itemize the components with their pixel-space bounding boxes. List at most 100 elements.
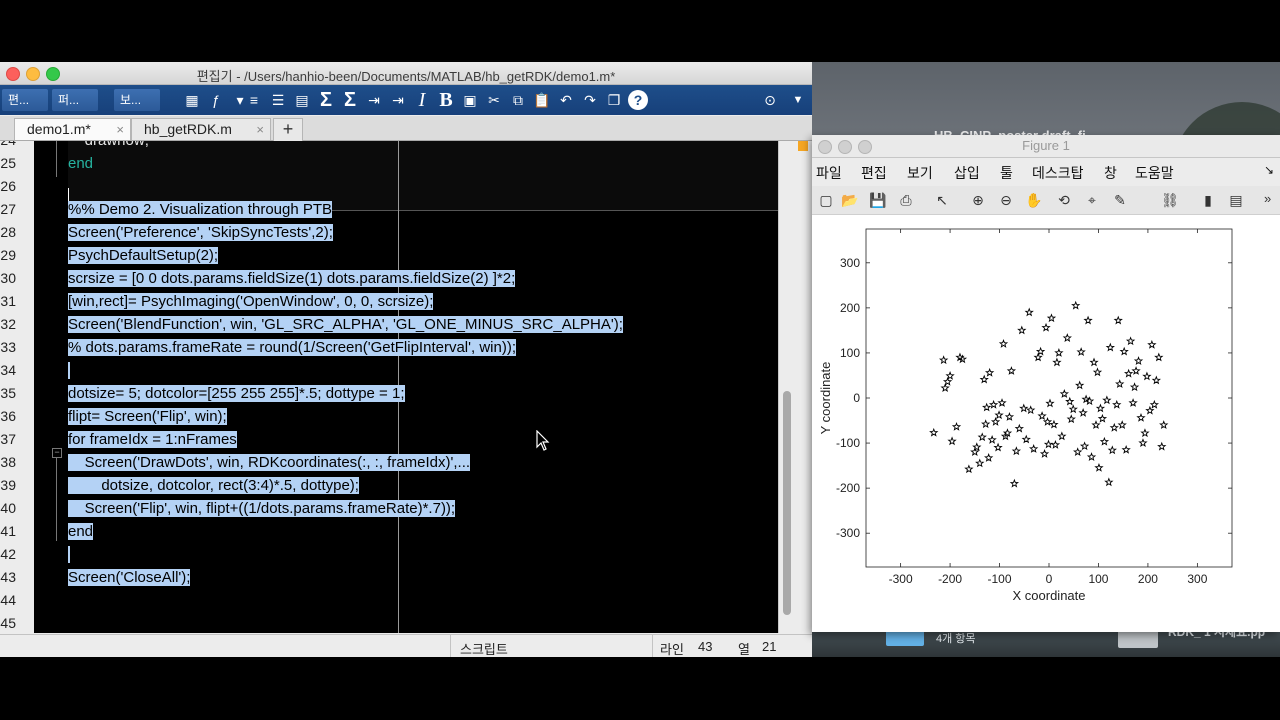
code-line[interactable]: Screen('Flip', win, flipt+((1/dots.param… [68,497,456,520]
menu-view[interactable]: 보기 [907,163,933,183]
code-line[interactable]: dotsize= 5; dotcolor=[255 255 255]*.5; d… [68,382,405,405]
tab-demo1[interactable]: demo1.m* × [14,118,131,140]
bold-icon[interactable]: B [436,89,456,111]
copy-icon[interactable]: ⧉ [508,90,528,110]
editor-titlebar[interactable]: 편집기 - /Users/hanhio-been/Documents/MATLA… [0,62,812,85]
rotate-icon[interactable]: ⟲ [1054,190,1074,210]
insert-section-icon[interactable]: ▤ [292,90,312,110]
menu-tools[interactable]: 툴 [1000,163,1013,183]
zoom-out-icon[interactable]: ⊖ [996,190,1016,210]
code-line[interactable]: %% Demo 2. Visualization through PTB [68,198,333,221]
code-text: Screen('DrawDots', win, RDKcoordinates(:… [68,454,471,471]
sum-icon[interactable]: Σ [340,89,360,111]
figure-canvas[interactable]: -300 -200 -100 0 100 200 300 300 200 100 0 -100 -200… [812,215,1280,632]
code-line[interactable]: Screen('CloseAll'); [68,566,191,589]
save-icon[interactable]: ▣ [460,90,480,110]
code-text: flipt= Screen('Flip', win); [68,408,227,425]
toolstrip-tab-editor[interactable]: 편... [2,89,48,111]
toolstrip-tab-view[interactable]: 보... [114,89,160,111]
figure-title: Figure 1 [1022,138,1070,153]
legend-icon[interactable]: ▤ [1226,190,1246,210]
cut-icon[interactable]: ✂ [484,90,504,110]
code-line[interactable] [68,543,70,566]
menu-desktop[interactable]: 데스크탑 [1032,163,1084,183]
code-line[interactable]: for frameIdx = 1:nFrames [68,428,237,451]
paste-icon[interactable]: 📋 [532,90,552,110]
tab-hb-getrdk[interactable]: hb_getRDK.m × [131,118,271,140]
code-line[interactable]: end [68,152,93,175]
code-line[interactable]: Screen('Preference', 'SkipSyncTests',2); [68,221,333,244]
indent-icon[interactable]: ⇥ [364,90,384,110]
code-line[interactable]: % dots.params.frameRate = round(1/Screen… [68,336,516,359]
insert-icon[interactable]: ▦ [182,90,202,110]
code-text: dotsize, dotcolor, rect(3:4)*.5, dottype… [68,477,359,494]
toolstrip-menu-icon[interactable]: ▼ [788,90,808,110]
pointer-icon[interactable]: ↖ [932,190,952,210]
line-number: 45 [0,615,16,631]
mouse-pointer-icon [536,430,550,451]
line-number: 34 [0,362,16,378]
status-bar: 스크립트 라인 43 열 21 [0,634,812,657]
code-line[interactable]: Screen('DrawDots', win, RDKcoordinates(:… [68,451,471,474]
sum-icon[interactable]: Σ [316,89,336,111]
folder-item-count: 4개 항목 [936,633,976,645]
help-icon[interactable]: ? [628,90,648,110]
code-text [68,362,70,379]
scatter-plot[interactable]: -300 -200 -100 0 100 200 300 300 200 100 0 -100 -200… [812,215,1280,632]
toolbar-overflow-icon[interactable]: » [1264,191,1271,206]
scrollbar-thumb[interactable] [783,391,791,615]
collapse-toolstrip-icon[interactable]: ⊙ [760,90,780,110]
toolstrip-tab-publish[interactable]: 퍼... [52,89,98,111]
menu-overflow-icon[interactable]: ↘ [1264,163,1274,177]
window-icon[interactable]: ❐ [604,90,624,110]
menu-edit[interactable]: 편집 [861,163,887,183]
code-line[interactable]: [win,rect]= PsychImaging('OpenWindow', 0… [68,290,434,313]
x-tick-label: 200 [1138,572,1158,586]
code-editor[interactable]: 24 25 26 27 28 29 30 31 32 33 34 35 36 37 38 39 40 41 42 43… [0,141,796,633]
figure-window: Figure 1 파일 편집 보기 삽입 툴 데스크탑 창 도움말 ↘ ▢ 📂 💾 ⎙… [812,135,1280,632]
open-icon[interactable]: 📂 [840,190,860,210]
brush-icon[interactable]: ✎ [1110,190,1130,210]
new-icon[interactable]: ▢ [816,190,836,210]
link-icon[interactable]: ⛓ [1160,190,1180,210]
figure-titlebar[interactable]: Figure 1 [812,135,1280,158]
close-icon[interactable]: × [256,119,264,140]
code-analyzer-indicator[interactable] [798,141,808,151]
vertical-scrollbar[interactable] [778,141,797,633]
y-tick-label: -100 [836,436,860,450]
zoom-in-icon[interactable]: ⊕ [968,190,988,210]
y-tick-label: -200 [836,481,860,495]
menu-window[interactable]: 창 [1104,163,1117,183]
menu-insert[interactable]: 삽입 [954,163,980,183]
italic-icon[interactable]: I [412,89,432,111]
x-tick-label: -300 [889,572,913,586]
code-line[interactable]: PsychDefaultSetup(2); [68,244,219,267]
code-line[interactable]: flipt= Screen('Flip', win); [68,405,227,428]
code-folding-margin: − [34,141,68,633]
fold-toggle-icon[interactable]: − [52,448,62,458]
redo-icon[interactable]: ↷ [580,90,600,110]
menu-help[interactable]: 도움말 [1135,163,1174,183]
save-icon[interactable]: 💾 [868,190,888,210]
comment-icon[interactable]: ≡ [244,90,264,110]
code-line[interactable]: Screen('BlendFunction', win, 'GL_SRC_ALP… [68,313,623,336]
list-icon[interactable]: ☰ [268,90,288,110]
data-cursor-icon[interactable]: ⌖ [1082,190,1102,210]
close-icon[interactable]: × [116,119,124,140]
undo-icon[interactable]: ↶ [556,90,576,110]
fx-icon[interactable]: ƒ [206,90,226,110]
code-line[interactable]: drawnow; [68,141,149,152]
pan-icon[interactable]: ✋ [1024,190,1044,210]
indent-icon[interactable]: ⇥ [388,90,408,110]
line-number: 28 [0,224,16,240]
colorbar-icon[interactable]: ▮ [1198,190,1218,210]
code-line[interactable]: dotsize, dotcolor, rect(3:4)*.5, dottype… [68,474,359,497]
print-icon[interactable]: ⎙ [896,190,916,210]
code-line[interactable]: end [68,520,94,543]
status-line-label: 라인 [660,642,684,657]
code-line[interactable] [68,359,70,382]
code-line[interactable]: scrsize = [0 0 dots.params.fieldSize(1) … [68,267,516,290]
add-tab-button[interactable]: + [273,118,303,141]
x-tick-label: 100 [1088,572,1108,586]
menu-file[interactable]: 파일 [816,163,842,183]
